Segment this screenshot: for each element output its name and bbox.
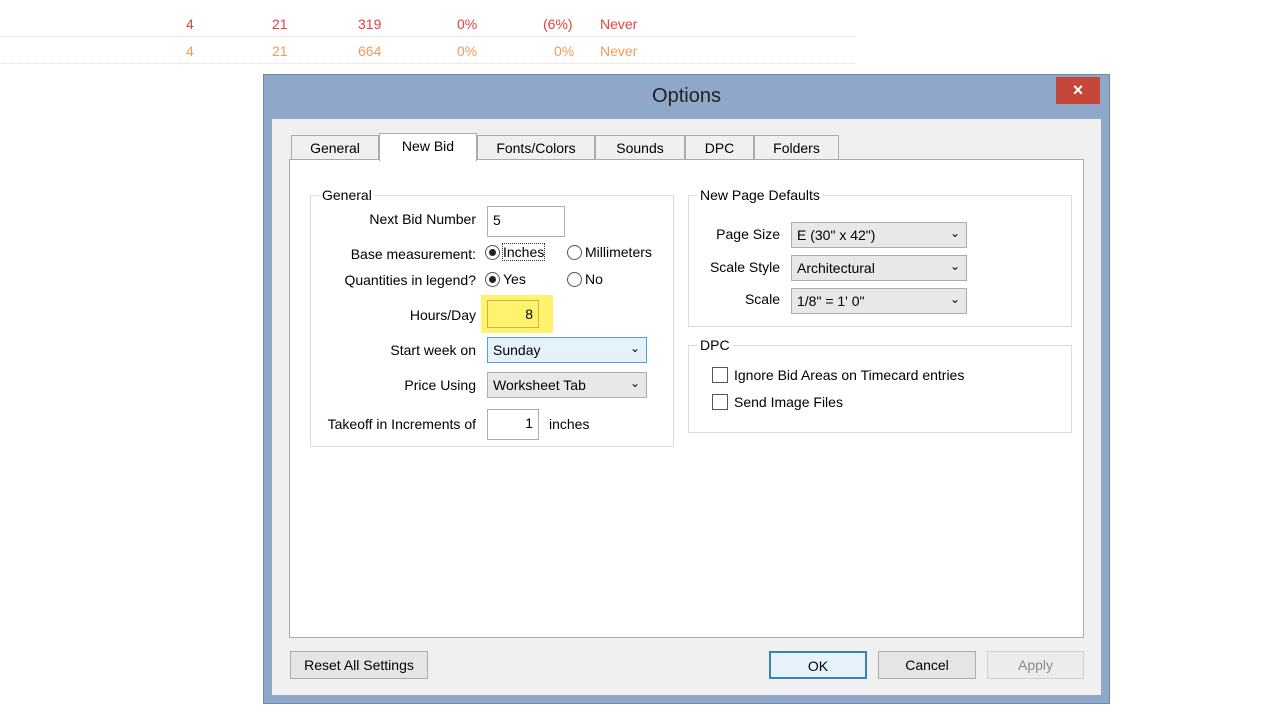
cell: 319 xyxy=(358,16,382,32)
reset-all-settings-button[interactable]: Reset All Settings xyxy=(290,651,428,679)
select-value: Architectural xyxy=(797,260,875,276)
page-size-select[interactable]: E (30" x 42") ⌄ xyxy=(791,222,967,248)
page-size-label: Page Size xyxy=(716,226,780,242)
base-measurement-label: Base measurement: xyxy=(350,246,476,262)
select-value: E (30" x 42") xyxy=(797,227,876,243)
hours-per-day-input[interactable]: 8 xyxy=(487,300,539,328)
scale-label: Scale xyxy=(744,291,780,307)
cancel-button[interactable]: Cancel xyxy=(878,651,976,679)
dpc-group: DPC Ignore Bid Areas on Timecard entries… xyxy=(688,337,1072,433)
page-defaults-group: New Page Defaults Page Size E (30" x 42"… xyxy=(688,187,1072,327)
select-value: 1/8" = 1' 0" xyxy=(797,293,865,309)
tab-panel: General Next Bid Number 5 Base measureme… xyxy=(289,159,1084,638)
start-week-select[interactable]: Sunday ⌄ xyxy=(487,337,647,363)
table-row: 4 21 664 0% 0% Never xyxy=(0,37,855,64)
group-label: DPC xyxy=(697,337,733,353)
chevron-down-icon: ⌄ xyxy=(949,226,960,240)
cell: 4 xyxy=(186,16,194,32)
ok-button[interactable]: OK xyxy=(769,651,867,679)
checkbox-icon xyxy=(712,394,728,410)
general-group: General Next Bid Number 5 Base measureme… xyxy=(310,187,674,447)
tab-sounds[interactable]: Sounds xyxy=(595,135,685,160)
select-value: Sunday xyxy=(493,342,541,358)
cell: 21 xyxy=(272,16,288,32)
scale-select[interactable]: 1/8" = 1' 0" ⌄ xyxy=(791,288,967,314)
radio-label: No xyxy=(585,271,603,287)
select-value: Worksheet Tab xyxy=(493,377,586,393)
send-image-files-checkbox[interactable]: Send Image Files xyxy=(712,394,843,410)
tab-general[interactable]: General xyxy=(291,135,379,160)
ignore-bid-areas-checkbox[interactable]: Ignore Bid Areas on Timecard entries xyxy=(712,367,964,383)
cell: 664 xyxy=(358,43,382,59)
cell: 0% xyxy=(554,43,575,59)
checkbox-label: Send Image Files xyxy=(734,394,843,410)
cell: (6%) xyxy=(543,16,573,32)
radio-label: Yes xyxy=(503,271,526,287)
millimeters-radio[interactable]: Millimeters xyxy=(567,244,652,260)
cell: Never xyxy=(600,16,638,32)
options-dialog: Options × General New Bid Fonts/Colors S… xyxy=(263,74,1110,704)
chevron-down-icon: ⌄ xyxy=(629,376,640,390)
next-bid-input[interactable]: 5 xyxy=(487,206,565,237)
scale-style-label: Scale Style xyxy=(709,259,780,275)
radio-label: Millimeters xyxy=(585,244,652,260)
inches-radio[interactable]: Inches xyxy=(485,243,546,261)
chevron-down-icon: ⌄ xyxy=(949,259,960,273)
radio-selected-icon xyxy=(485,244,500,260)
price-using-label: Price Using xyxy=(404,377,476,393)
cell: 0% xyxy=(457,43,478,59)
checkbox-label: Ignore Bid Areas on Timecard entries xyxy=(734,367,965,383)
close-icon[interactable]: × xyxy=(1056,77,1100,104)
takeoff-unit: inches xyxy=(549,416,590,432)
radio-icon xyxy=(567,244,582,260)
next-bid-label: Next Bid Number xyxy=(369,211,476,227)
group-label: General xyxy=(319,187,375,203)
tab-dpc[interactable]: DPC xyxy=(685,135,754,160)
scale-style-select[interactable]: Architectural ⌄ xyxy=(791,255,967,281)
start-week-label: Start week on xyxy=(390,342,476,358)
dialog-title: Options xyxy=(652,85,721,107)
cell: 0% xyxy=(457,16,478,32)
cell: Never xyxy=(600,43,638,59)
price-using-select[interactable]: Worksheet Tab ⌄ xyxy=(487,372,647,398)
takeoff-label: Takeoff in Increments of xyxy=(327,416,476,432)
radio-selected-icon xyxy=(485,271,500,287)
apply-button[interactable]: Apply xyxy=(987,651,1084,679)
checkbox-icon xyxy=(712,367,728,383)
no-radio[interactable]: No xyxy=(567,271,603,287)
tab-fonts-colors[interactable]: Fonts/Colors xyxy=(477,135,595,160)
hours-label: Hours/Day xyxy=(409,307,476,323)
table-row: 4 21 319 0% (6%) Never xyxy=(0,10,855,37)
tab-folders[interactable]: Folders xyxy=(754,135,839,160)
dialog-client: General New Bid Fonts/Colors Sounds DPC … xyxy=(272,119,1101,695)
tab-new-bid[interactable]: New Bid xyxy=(379,133,477,161)
radio-icon xyxy=(567,271,582,287)
yes-radio[interactable]: Yes xyxy=(485,271,526,287)
cell: 4 xyxy=(186,43,194,59)
quantities-label: Quantities in legend? xyxy=(344,272,476,288)
chevron-down-icon: ⌄ xyxy=(949,292,960,306)
cell: 21 xyxy=(272,43,288,59)
chevron-down-icon: ⌄ xyxy=(629,341,640,355)
takeoff-increment-input[interactable]: 1 xyxy=(487,409,539,440)
group-label: New Page Defaults xyxy=(697,187,823,203)
radio-label: Inches xyxy=(501,243,546,261)
